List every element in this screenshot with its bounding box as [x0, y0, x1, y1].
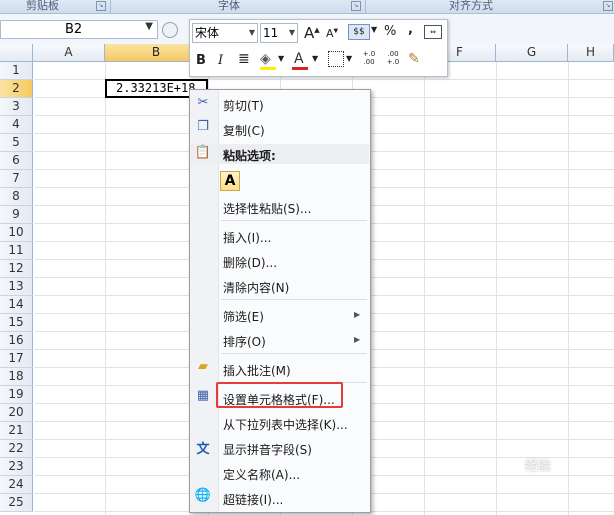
- column-header-g[interactable]: G: [496, 44, 568, 61]
- mini-toolbar: 宋体 ▼ 11 ▼ A▲ A▼ $$ ▼ % , ⇔ B I ≣ ◈ ▼ A ▼…: [189, 19, 448, 77]
- copy-icon: ❐: [197, 119, 209, 134]
- phonetic-icon: 文: [196, 442, 210, 457]
- paste-options-heading: 粘贴选项:: [223, 149, 276, 163]
- font-color-button[interactable]: A: [294, 51, 304, 67]
- row-header-11[interactable]: 11: [0, 242, 33, 260]
- row-header-14[interactable]: 14: [0, 296, 33, 314]
- comma-style-button[interactable]: ,: [408, 22, 413, 37]
- ribbon-group-clipboard: 剪贴板: [26, 0, 59, 12]
- scissors-icon: ✂: [197, 95, 209, 110]
- menu-item-define-name[interactable]: 定义名称(A)...: [223, 466, 300, 483]
- watermark: 经验: [525, 459, 552, 474]
- font-name-value: 宋体: [195, 26, 220, 40]
- menu-item-hyperlink[interactable]: 超链接(I)...: [223, 491, 283, 508]
- select-all-corner[interactable]: [0, 44, 33, 61]
- menu-item-filter[interactable]: 筛选(E): [223, 308, 264, 325]
- row-header-12[interactable]: 12: [0, 260, 33, 278]
- clipboard-icon: 📋: [194, 145, 212, 160]
- name-box[interactable]: B2 ▼: [0, 20, 158, 39]
- format-painter-icon[interactable]: ✎: [408, 51, 420, 67]
- accounting-format-icon[interactable]: $$: [348, 24, 370, 40]
- decrease-decimal-button[interactable]: .00 +.0: [382, 50, 404, 66]
- row-header-23[interactable]: 23: [0, 458, 33, 476]
- menu-item-copy[interactable]: 复制(C): [223, 122, 265, 139]
- row-header-8[interactable]: 8: [0, 188, 33, 206]
- decrease-font-size-button[interactable]: A▼: [326, 27, 338, 40]
- borders-icon[interactable]: [328, 51, 344, 67]
- font-size-select[interactable]: 11 ▼: [260, 23, 298, 43]
- row-header-25[interactable]: 25: [0, 494, 33, 512]
- chevron-down-icon[interactable]: ▼: [346, 54, 352, 63]
- row-header-22[interactable]: 22: [0, 440, 33, 458]
- row-header-10[interactable]: 10: [0, 224, 33, 242]
- insert-function-button[interactable]: [162, 22, 178, 38]
- row-header-7[interactable]: 7: [0, 170, 33, 188]
- menu-item-insert-comment[interactable]: 插入批注(M): [223, 362, 291, 379]
- globe-icon: 🌐: [194, 488, 212, 503]
- align-center-icon[interactable]: ≣: [238, 51, 250, 67]
- chevron-down-icon[interactable]: ▼: [312, 54, 318, 63]
- context-menu: ✂ 剪切(T) ❐ 复制(C) 📋 粘贴选项: A 选择性粘贴(S)... 插入…: [189, 89, 371, 513]
- chevron-down-icon[interactable]: ▼: [289, 24, 295, 42]
- bold-button[interactable]: B: [196, 53, 206, 68]
- row-header-15[interactable]: 15: [0, 314, 33, 332]
- row-header-16[interactable]: 16: [0, 332, 33, 350]
- menu-item-delete[interactable]: 删除(D)...: [223, 254, 277, 271]
- menu-item-cut[interactable]: 剪切(T): [223, 97, 264, 114]
- comment-icon: ▰: [198, 359, 208, 374]
- row-header-9[interactable]: 9: [0, 206, 33, 224]
- row-header-17[interactable]: 17: [0, 350, 33, 368]
- font-color-swatch: [292, 67, 308, 70]
- row-header-19[interactable]: 19: [0, 386, 33, 404]
- row-header-13[interactable]: 13: [0, 278, 33, 296]
- font-name-select[interactable]: 宋体 ▼: [192, 23, 258, 43]
- row-header-6[interactable]: 6: [0, 152, 33, 170]
- row-header-4[interactable]: 4: [0, 116, 33, 134]
- font-launcher-icon[interactable]: ↘: [351, 1, 361, 11]
- column-header-h[interactable]: H: [568, 44, 614, 61]
- chevron-down-icon[interactable]: ▼: [249, 24, 255, 42]
- chevron-down-icon[interactable]: ▼: [371, 25, 377, 34]
- row-header-1[interactable]: 1: [0, 62, 33, 80]
- menu-item-sort[interactable]: 排序(O): [223, 333, 266, 350]
- menu-item-paste-special[interactable]: 选择性粘贴(S)...: [223, 200, 311, 217]
- submenu-arrow-icon: ▶: [354, 335, 361, 344]
- ribbon-group-font: 字体: [218, 0, 240, 12]
- column-header-a[interactable]: A: [33, 44, 105, 61]
- row-header-5[interactable]: 5: [0, 134, 33, 152]
- name-box-value: B2: [65, 22, 83, 37]
- menu-item-clear[interactable]: 清除内容(N): [223, 279, 289, 296]
- row-header-24[interactable]: 24: [0, 476, 33, 494]
- italic-button[interactable]: I: [218, 53, 223, 68]
- paste-values-button[interactable]: A: [220, 171, 240, 191]
- menu-item-phonetic[interactable]: 显示拼音字段(S): [223, 441, 312, 458]
- fill-color-swatch: [260, 67, 276, 70]
- chevron-down-icon[interactable]: ▼: [145, 21, 153, 32]
- cell-b2-value: 2.33213E+18: [116, 81, 196, 95]
- row-header-21[interactable]: 21: [0, 422, 33, 440]
- submenu-arrow-icon: ▶: [354, 310, 361, 319]
- percent-style-button[interactable]: %: [384, 24, 396, 39]
- font-size-value: 11: [263, 26, 279, 40]
- merge-center-icon[interactable]: ⇔: [424, 25, 442, 39]
- clipboard-launcher-icon[interactable]: ↘: [96, 1, 106, 11]
- alignment-launcher-icon[interactable]: ↘: [603, 1, 613, 11]
- menu-item-insert[interactable]: 插入(I)...: [223, 229, 271, 246]
- fill-color-icon[interactable]: ◈: [260, 51, 271, 67]
- menu-item-pick-from-list[interactable]: 从下拉列表中选择(K)...: [223, 416, 348, 433]
- format-cells-icon: ▦: [196, 388, 210, 403]
- ribbon-group-alignment: 对齐方式: [449, 0, 493, 12]
- row-header-3[interactable]: 3: [0, 98, 33, 116]
- increase-font-size-button[interactable]: A▲: [304, 24, 320, 42]
- highlight-annotation: [216, 382, 343, 408]
- ribbon-group-labels: 剪贴板 ↘ 字体 ↘ 对齐方式 ↘: [0, 0, 614, 14]
- row-header-20[interactable]: 20: [0, 404, 33, 422]
- row-header-2[interactable]: 2: [0, 80, 33, 98]
- chevron-down-icon[interactable]: ▼: [278, 54, 284, 63]
- row-header-18[interactable]: 18: [0, 368, 33, 386]
- increase-decimal-button[interactable]: +.0 .00: [358, 50, 380, 66]
